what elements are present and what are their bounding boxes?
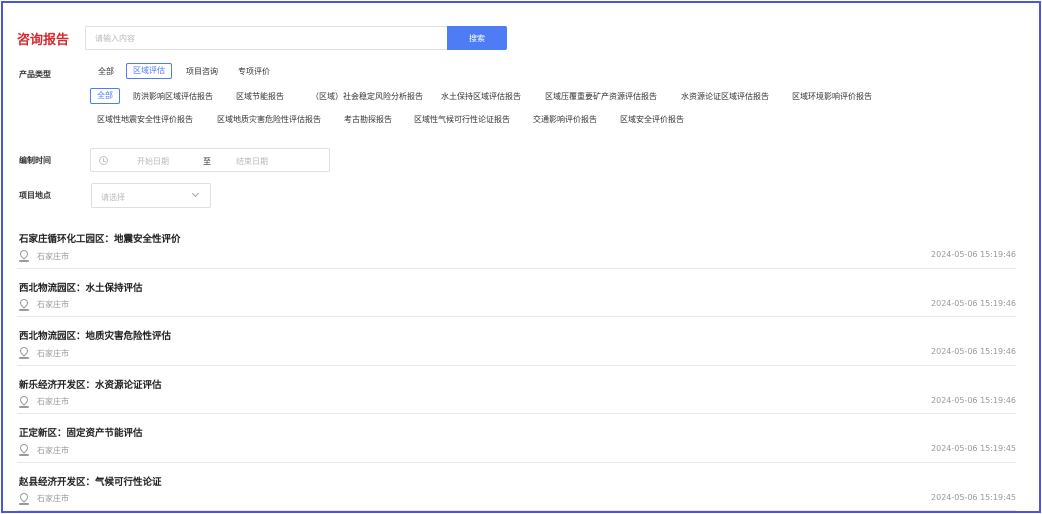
- result-location-text: 石家庄市: [37, 300, 69, 309]
- subtype-soil-water[interactable]: 水土保持区域评估报告: [435, 89, 527, 105]
- search-button[interactable]: 搜索: [447, 26, 507, 50]
- location-pin-icon: [18, 490, 30, 505]
- subtype-traffic-impact[interactable]: 交通影响评价报告: [527, 112, 603, 128]
- location-pin-icon: [18, 345, 30, 359]
- category-special-evaluation[interactable]: 专项评价: [232, 64, 276, 80]
- result-time: 2024-05-06 15:19:46: [931, 395, 1016, 405]
- location-pin-icon: [18, 442, 30, 456]
- result-location: 石家庄市: [18, 442, 69, 456]
- subtype-water-resources[interactable]: 水资源论证区域评估报告: [675, 89, 775, 105]
- location-select[interactable]: 请选择: [91, 183, 211, 208]
- result-location: 石家庄市: [18, 393, 69, 408]
- result-time: 2024-05-06 15:19:46: [931, 250, 1016, 259]
- subtype-geological-hazard[interactable]: 区域地质灾害危险性评估报告: [211, 112, 327, 128]
- result-location-text: 石家庄市: [37, 348, 69, 358]
- location-pin-icon: [18, 393, 30, 408]
- result-time: 2024-05-06 15:19:46: [931, 298, 1016, 308]
- location-select-value: 请选择: [101, 193, 125, 202]
- search-bar: 咨询报告 搜索: [17, 26, 507, 50]
- date-start-input[interactable]: 开始日期: [137, 156, 169, 167]
- subtype-all[interactable]: 全部: [90, 88, 120, 104]
- result-title[interactable]: 石家庄循环化工园区：地震安全性评价: [19, 231, 181, 245]
- result-time: 2024-05-06 15:19:45: [931, 492, 1016, 502]
- chevron-down-icon: [191, 189, 200, 198]
- result-location: 石家庄市: [18, 296, 69, 311]
- date-range-picker[interactable]: 开始日期 至 结束日期: [90, 148, 330, 172]
- result-title[interactable]: 正定新区：固定资产节能评估: [19, 425, 143, 439]
- result-title[interactable]: 赵县经济开发区：气候可行性论证: [19, 474, 162, 488]
- date-separator: 至: [203, 157, 211, 166]
- subtype-climate-feasibility[interactable]: 区域性气候可行性论证报告: [408, 112, 516, 128]
- result-time: 2024-05-06 15:19:45: [931, 444, 1016, 453]
- search-input[interactable]: [85, 26, 447, 50]
- page-frame: 咨询报告 搜索 产品类型 全部 区域评估 项目咨询 专项评价 全部 防洪影响区域…: [1, 1, 1041, 513]
- subtype-energy-saving[interactable]: 区域节能报告: [230, 89, 290, 105]
- result-title[interactable]: 西北物流园区：地质灾害危险性评估: [19, 328, 171, 342]
- list-item[interactable]: 新乐经济开发区：水资源论证评估 石家庄市 2024-05-06 15:19:46: [17, 366, 1016, 414]
- list-item[interactable]: 西北物流园区：水土保持评估 石家庄市 2024-05-06 15:19:46: [17, 269, 1016, 317]
- result-list: 石家庄循环化工园区：地震安全性评价 石家庄市 2024-05-06 15:19:…: [17, 220, 1016, 511]
- result-title[interactable]: 新乐经济开发区：水资源论证评估: [19, 377, 162, 391]
- subtype-environmental-impact[interactable]: 区域环境影响评价报告: [786, 89, 878, 105]
- list-item[interactable]: 赵县经济开发区：气候可行性论证 石家庄市 2024-05-06 15:19:45: [17, 463, 1016, 511]
- result-location-text: 石家庄市: [37, 445, 69, 455]
- location-label: 项目地点: [19, 191, 51, 200]
- clock-icon: [99, 156, 108, 165]
- category-project-consulting[interactable]: 项目咨询: [180, 64, 224, 80]
- date-label: 编制时间: [19, 156, 51, 165]
- result-location-text: 石家庄市: [37, 397, 69, 406]
- list-item[interactable]: 西北物流园区：地质灾害危险性评估 石家庄市 2024-05-06 15:19:4…: [17, 317, 1016, 366]
- result-location: 石家庄市: [18, 248, 69, 262]
- subtype-archaeology[interactable]: 考古勘探报告: [338, 112, 398, 128]
- subtype-seismic-safety[interactable]: 区域性地震安全性评价报告: [91, 112, 199, 128]
- date-end-input[interactable]: 结束日期: [236, 156, 268, 167]
- page-title: 咨询报告: [17, 32, 70, 48]
- list-item[interactable]: 石家庄循环化工园区：地震安全性评价 石家庄市 2024-05-06 15:19:…: [17, 220, 1016, 269]
- result-title[interactable]: 西北物流园区：水土保持评估: [19, 280, 143, 294]
- subtype-safety-evaluation[interactable]: 区域安全评价报告: [614, 112, 690, 128]
- category-regional-assessment[interactable]: 区域评估: [126, 63, 172, 79]
- subtype-flood-impact[interactable]: 防洪影响区域评估报告: [127, 89, 219, 105]
- list-item[interactable]: 正定新区：固定资产节能评估 石家庄市 2024-05-06 15:19:45: [17, 414, 1016, 463]
- location-pin-icon: [18, 248, 30, 262]
- subtype-mineral-resources[interactable]: 区域压覆重要矿产资源评估报告: [539, 89, 663, 105]
- location-pin-icon: [18, 296, 30, 311]
- category-all[interactable]: 全部: [92, 64, 120, 80]
- result-location-text: 石家庄市: [37, 251, 69, 261]
- result-location-text: 石家庄市: [37, 494, 69, 503]
- subtype-social-stability[interactable]: （区域）社会稳定风险分析报告: [305, 89, 429, 105]
- result-location: 石家庄市: [18, 345, 69, 359]
- result-location: 石家庄市: [18, 490, 69, 505]
- result-time: 2024-05-06 15:19:46: [931, 347, 1016, 356]
- product-type-label: 产品类型: [19, 70, 51, 79]
